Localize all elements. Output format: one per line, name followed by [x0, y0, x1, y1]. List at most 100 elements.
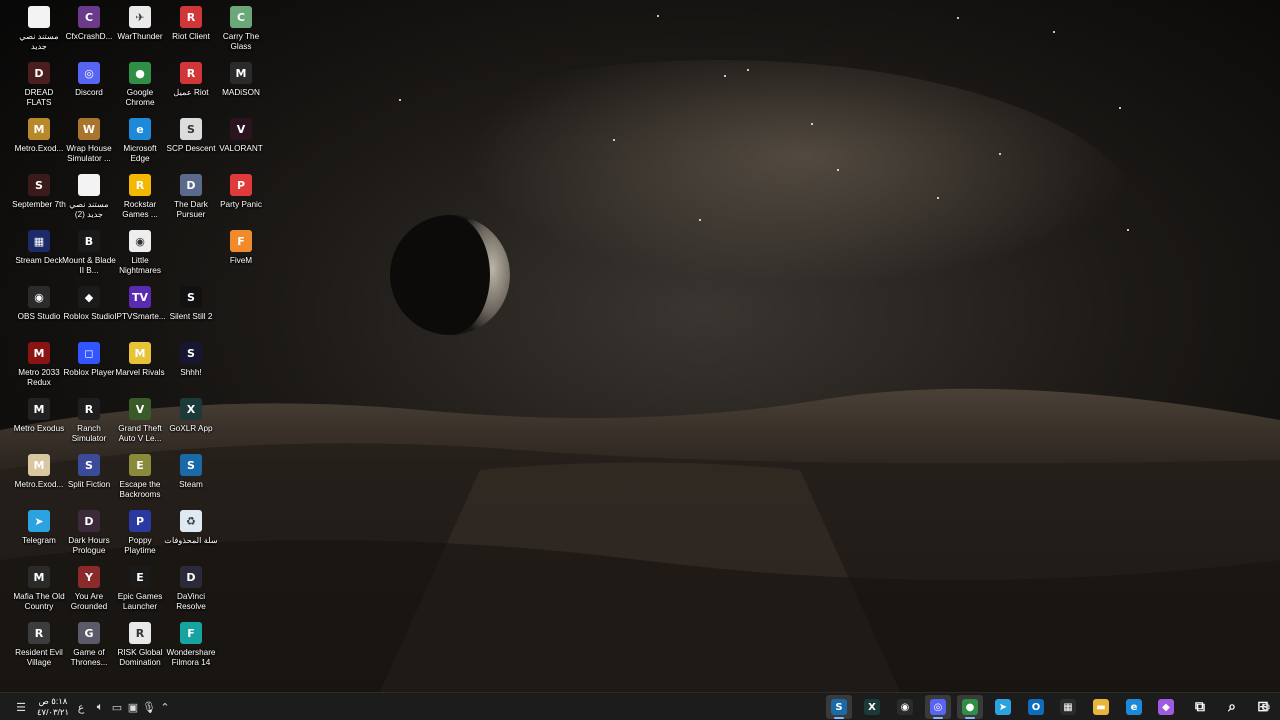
desktop-shortcut[interactable]: D Dark Hours Prologue [62, 506, 116, 562]
network-icon[interactable]: ▭ [110, 695, 124, 719]
gta-v-icon: V [129, 398, 151, 420]
desktop-shortcut[interactable]: F Wondershare Filmora 14 [164, 618, 218, 674]
desktop-shortcut[interactable]: P Party Panic [214, 170, 268, 226]
search-taskbar[interactable]: ⌕ [1219, 695, 1245, 719]
desktop-shortcut[interactable]: S Steam [164, 450, 218, 506]
desktop-shortcut[interactable]: ◉ Little Nightmares [113, 226, 167, 282]
roblox-player-icon: ◻ [78, 342, 100, 364]
telegram-icon: ➤ [28, 510, 50, 532]
desktop-shortcut[interactable]: ◉ OBS Studio [12, 282, 66, 338]
desktop-shortcut[interactable]: ◆ Roblox Studio [62, 282, 116, 338]
desktop-shortcut[interactable]: D The Dark Pursuer [164, 170, 218, 226]
desktop-shortcut[interactable]: S September 7th [12, 170, 66, 226]
silent-still-icon: S [180, 286, 202, 308]
desktop-shortcut[interactable]: ● Google Chrome [113, 58, 167, 114]
settings-tray-icon[interactable]: ⚙︎ [1258, 695, 1274, 719]
desktop-shortcut[interactable]: S SCP Descent [164, 114, 218, 170]
desktop-shortcut[interactable]: R Ranch Simulator [62, 394, 116, 450]
notification-icon[interactable]: ☰ [12, 695, 30, 719]
desktop-shortcut[interactable]: G Game of Thrones... [62, 618, 116, 674]
desktop-shortcut-label: Wondershare Filmora 14 [166, 648, 216, 667]
desktop-shortcut[interactable]: C CfxCrashD... [62, 2, 116, 58]
desktop-shortcut[interactable]: ♻ سلة المحذوفات [164, 506, 218, 562]
desktop-shortcut[interactable]: R RISK Global Domination [113, 618, 167, 674]
desktop-shortcut[interactable]: ◎ Discord [62, 58, 116, 114]
goxlr-icon: X [180, 398, 202, 420]
desktop-shortcut[interactable]: C Carry The Glass [214, 2, 268, 58]
desktop-shortcut-label: عميل Riot [173, 88, 209, 97]
desktop-shortcut[interactable]: Y You Are Grounded [62, 562, 116, 618]
taskview-taskbar[interactable]: ⧉ [1187, 695, 1213, 719]
desktop-shortcut-label: Marvel Rivals [115, 368, 165, 377]
desktop-shortcut[interactable]: D DREAD FLATS [12, 58, 66, 114]
volume-icon[interactable]: 🔈︎ [92, 695, 108, 719]
desktop-shortcut[interactable]: V Grand Theft Auto V Le... [113, 394, 167, 450]
language-indicator[interactable]: ع [76, 695, 86, 719]
davinci-resolve-icon: D [180, 566, 202, 588]
microphone-icon[interactable]: 🎙︎ [142, 695, 156, 719]
desktop-shortcut[interactable]: M Mafia The Old Country [12, 562, 66, 618]
desktop-shortcut[interactable]: R Rockstar Games ... [113, 170, 167, 226]
desktop-shortcut[interactable]: R Resident Evil Village [12, 618, 66, 674]
desktop-shortcut[interactable]: مستند نصي جديد [12, 2, 66, 58]
text-document-icon [28, 6, 50, 28]
desktop-shortcut[interactable]: ✈ WarThunder [113, 2, 167, 58]
desktop-shortcut[interactable]: X GoXLR App [164, 394, 218, 450]
task-view-icon: ⧉ [1195, 699, 1205, 715]
text-document-2-icon [78, 174, 100, 196]
desktop-shortcut-label: سلة المحذوفات [164, 536, 218, 545]
valorant-icon: V [230, 118, 252, 140]
desktop-shortcut[interactable]: E Epic Games Launcher [113, 562, 167, 618]
chrome-taskbar[interactable]: ● [957, 695, 983, 719]
risk-icon: R [129, 622, 151, 644]
copilot-taskbar[interactable]: ◆ [1153, 695, 1179, 719]
desktop-shortcut[interactable]: TV IPTVSmarte... [113, 282, 167, 338]
desktop-shortcut-label: Metro 2033 Redux [18, 368, 60, 387]
poppy-playtime-icon: P [129, 510, 151, 532]
desktop-shortcut[interactable]: W Wrap House Simulator ... [62, 114, 116, 170]
discord-taskbar[interactable]: ◎ [925, 695, 951, 719]
desktop-shortcut[interactable]: B Mount & Blade II B... [62, 226, 116, 282]
desktop-shortcut[interactable]: V VALORANT [214, 114, 268, 170]
desktop-shortcut[interactable]: M MADiSON [214, 58, 268, 114]
desktop-shortcut[interactable]: S Silent Still 2 [164, 282, 218, 338]
desktop-shortcut[interactable]: M Metro 2033 Redux [12, 338, 66, 394]
explorer-taskbar[interactable]: ▬ [1088, 695, 1114, 719]
desktop-shortcut[interactable]: R Riot Client [164, 2, 218, 58]
carry-the-glass-icon: C [230, 6, 252, 28]
desktop-shortcut[interactable]: P Poppy Playtime [113, 506, 167, 562]
desktop-shortcut[interactable]: E Escape the Backrooms [113, 450, 167, 506]
telegram-taskbar[interactable]: ➤ [990, 695, 1016, 719]
desktop-shortcut[interactable]: مستند نصي جديد (2) [62, 170, 116, 226]
desktop-shortcut-label: RISK Global Domination [117, 648, 163, 667]
desktop-shortcut-label: Poppy Playtime [124, 536, 156, 555]
desktop-shortcut-label: CfxCrashD... [65, 32, 113, 41]
display-icon[interactable]: ▣ [126, 695, 140, 719]
goxlr-taskbar[interactable]: X [859, 695, 885, 719]
desktop-shortcut[interactable]: ▦ Stream Deck [12, 226, 66, 282]
store-taskbar[interactable]: ▦ [1055, 695, 1081, 719]
madison-icon: M [230, 62, 252, 84]
desktop-shortcut[interactable]: S Shhh! [164, 338, 218, 394]
chevron-up-icon[interactable]: ⌃ [158, 695, 172, 719]
desktop-shortcut-label: Mafia The Old Country [13, 592, 65, 611]
desktop-shortcut[interactable]: M Metro Exodus [12, 394, 66, 450]
system-clock[interactable]: ٥:١٨ ص ٤٧/٠٣/٢١ [30, 696, 76, 718]
filmora-icon: F [180, 622, 202, 644]
desktop-shortcut[interactable]: R عميل Riot [164, 58, 218, 114]
desktop-shortcut[interactable]: ◻ Roblox Player [62, 338, 116, 394]
desktop-shortcut[interactable]: e Microsoft Edge [113, 114, 167, 170]
desktop-shortcut[interactable]: M Marvel Rivals [113, 338, 167, 394]
steam-icon: S [180, 454, 202, 476]
desktop-shortcut[interactable]: F FiveM [214, 226, 268, 282]
discord-icon: ◎ [930, 699, 946, 715]
outlook-taskbar[interactable]: O [1023, 695, 1049, 719]
desktop-shortcut[interactable]: D DaVinci Resolve [164, 562, 218, 618]
desktop-shortcut[interactable]: M Metro.Exod... [12, 114, 66, 170]
desktop-shortcut[interactable]: S Split Fiction [62, 450, 116, 506]
desktop-shortcut[interactable]: ➤ Telegram [12, 506, 66, 562]
edge-taskbar[interactable]: e [1121, 695, 1147, 719]
steam-taskbar[interactable]: S [826, 695, 852, 719]
desktop-shortcut[interactable]: M Metro.Exod... [12, 450, 66, 506]
obs-taskbar[interactable]: ◉ [892, 695, 918, 719]
